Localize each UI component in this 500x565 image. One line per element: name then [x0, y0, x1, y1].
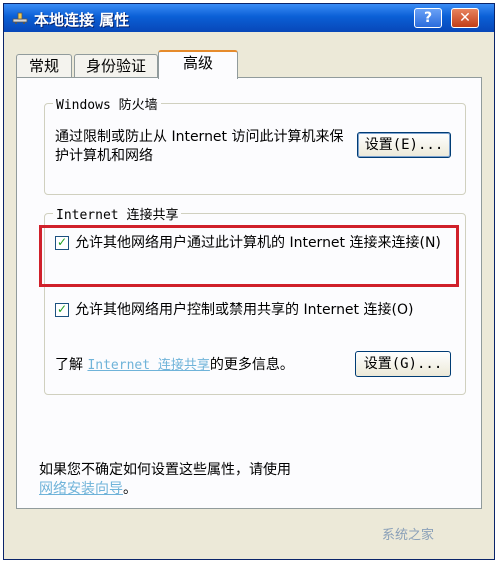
help-button[interactable]: ?	[414, 8, 442, 28]
network-setup-wizard-link[interactable]: 网络安装向导	[39, 481, 123, 497]
tab-general[interactable]: 常规	[16, 54, 72, 78]
window-title: 本地连接 属性	[34, 11, 130, 29]
setup-hint-end: 。	[123, 481, 137, 497]
properties-window: 本地连接 属性 ? ✕ 常规 身份验证 高级 Windows 防火墙 通过限制或…	[3, 3, 495, 560]
learn-more-prefix: 了解	[55, 357, 83, 373]
close-icon: ✕	[459, 10, 471, 26]
setup-hint: 如果您不确定如何设置这些属性，请使用 网络安装向导。	[39, 461, 439, 499]
setup-hint-text: 如果您不确定如何设置这些属性，请使用	[39, 462, 291, 478]
allow-control-checkbox[interactable]: ✓	[55, 303, 69, 317]
firewall-description: 通过限制或防止从 Internet 访问此计算机来保护计算机和网络	[55, 129, 344, 164]
firewall-group: Windows 防火墙 通过限制或防止从 Internet 访问此计算机来保护计…	[44, 94, 466, 195]
close-button[interactable]: ✕	[451, 8, 479, 28]
network-connection-icon	[12, 11, 28, 25]
tab-authentication[interactable]: 身份验证	[74, 54, 158, 78]
watermark-logo: 系统之家	[382, 528, 435, 543]
title-bar[interactable]: 本地连接 属性 ? ✕	[4, 4, 494, 32]
firewall-group-title: Windows 防火墙	[53, 94, 161, 113]
firewall-settings-button[interactable]: 设置(E)...	[357, 132, 451, 158]
ics-help-link[interactable]: Internet 连接共享	[87, 358, 209, 373]
ics-group-title: Internet 连接共享	[53, 204, 182, 223]
checkmark-icon: ✓	[56, 302, 68, 316]
ics-settings-button[interactable]: 设置(G)...	[355, 351, 451, 377]
ics-learn-more: 了解 Internet 连接共享的更多信息。	[55, 354, 294, 374]
tab-advanced[interactable]: 高级	[158, 50, 238, 79]
highlight-annotation-box	[39, 225, 459, 287]
advanced-tab-panel: Windows 防火墙 通过限制或防止从 Internet 访问此计算机来保护计…	[16, 77, 482, 509]
learn-more-suffix: 的更多信息。	[209, 357, 294, 373]
allow-control-label: 允许其他网络用户控制或禁用共享的 Internet 连接(O)	[75, 302, 414, 318]
